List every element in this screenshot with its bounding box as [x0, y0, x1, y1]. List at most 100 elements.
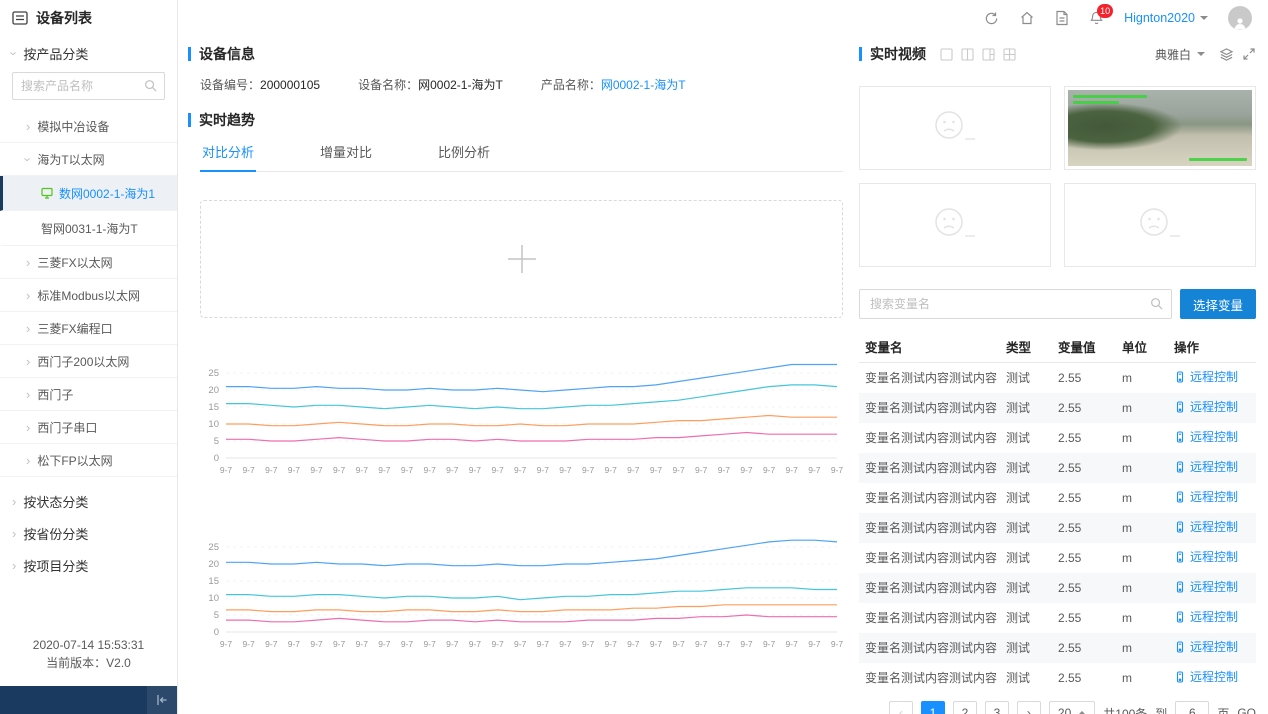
avatar[interactable]	[1228, 6, 1252, 30]
tree-item[interactable]: ›三菱FX以太网	[0, 246, 177, 279]
svg-text:9-7: 9-7	[424, 465, 437, 475]
product-name-field: 产品名称：网0002-1-海为T	[541, 76, 686, 94]
remote-control-link[interactable]: 远程控制	[1174, 460, 1238, 474]
document-icon[interactable]	[1055, 10, 1069, 26]
remote-control-link[interactable]: 远程控制	[1174, 370, 1238, 384]
sidebar-bottom-bar	[0, 686, 177, 714]
video-slot-1[interactable]	[859, 86, 1051, 170]
remote-control-link[interactable]: 远程控制	[1174, 490, 1238, 504]
remote-control-link[interactable]: 远程控制	[1174, 550, 1238, 564]
cell-unit: m	[1116, 483, 1168, 513]
username: Hignton2020	[1124, 11, 1195, 25]
cell-value: 2.55	[1052, 603, 1116, 633]
cell-unit: m	[1116, 393, 1168, 423]
svg-text:10: 10	[208, 593, 219, 604]
page-button[interactable]: 1	[921, 701, 945, 714]
prev-page-button[interactable]: ‹	[889, 701, 913, 714]
chevron-down-icon: ›	[8, 51, 21, 55]
cell-unit: m	[1116, 603, 1168, 633]
tree-item[interactable]: ›模拟中冶设备	[0, 110, 177, 143]
camera-video-frame	[1068, 90, 1252, 166]
page-button[interactable]: 2	[953, 701, 977, 714]
tab-ratio-analysis[interactable]: 比例分析	[436, 134, 492, 172]
cell-unit: m	[1116, 513, 1168, 543]
collapse-sidebar-button[interactable]	[147, 686, 177, 714]
video-slot-4[interactable]	[1064, 183, 1256, 267]
cell-variable-name: 变量名测试内容测试内容	[859, 543, 1000, 573]
next-page-button[interactable]: ›	[1017, 701, 1041, 714]
fullscreen-icon[interactable]	[1242, 47, 1256, 61]
tree-child-item[interactable]: 智网0031-1-海为T	[0, 211, 177, 246]
video-slot-3[interactable]	[859, 183, 1051, 267]
tree-item[interactable]: ›三菱FX编程口	[0, 312, 177, 345]
go-button[interactable]: GO	[1237, 706, 1256, 714]
home-icon[interactable]	[1019, 10, 1035, 26]
add-chart-dropzone[interactable]	[200, 200, 843, 318]
tab-compare-analysis[interactable]: 对比分析	[200, 134, 256, 172]
tree-item[interactable]: ›标准Modbus以太网	[0, 279, 177, 312]
jump-label: 到	[1155, 705, 1167, 714]
layout-two-pane-icon[interactable]	[961, 48, 974, 61]
tree-item[interactable]: ›西门子200以太网	[0, 345, 177, 378]
tree-item[interactable]: ›海为T以太网	[0, 143, 177, 176]
svg-text:9-7: 9-7	[310, 465, 323, 475]
remote-control-link[interactable]: 远程控制	[1174, 640, 1238, 654]
layers-icon[interactable]	[1219, 47, 1234, 62]
total-count: 共100条	[1103, 705, 1147, 714]
svg-text:9-7: 9-7	[831, 465, 843, 475]
chevron-right-icon: ›	[12, 527, 16, 540]
sidebar-section[interactable]: ›按项目分类	[0, 549, 177, 581]
svg-text:9-7: 9-7	[401, 639, 414, 649]
theme-select[interactable]: 典雅白	[1155, 46, 1205, 63]
page-size-select[interactable]: 20	[1049, 701, 1095, 714]
remote-control-icon	[1174, 431, 1186, 443]
tree-item[interactable]: ›西门子串口	[0, 411, 177, 444]
page-button[interactable]: 3	[985, 701, 1009, 714]
cell-type: 测试	[1000, 363, 1052, 394]
user-menu[interactable]: Hignton2020	[1124, 11, 1208, 25]
remote-control-link[interactable]: 远程控制	[1174, 580, 1238, 594]
svg-text:9-7: 9-7	[356, 639, 369, 649]
sidebar-section[interactable]: ›按省份分类	[0, 517, 177, 549]
svg-text:9-7: 9-7	[672, 465, 685, 475]
notification-bell-icon[interactable]: 10	[1089, 10, 1104, 26]
table-row: 变量名测试内容测试内容测试2.55m远程控制	[859, 543, 1256, 573]
device-info-title: 设备信息	[188, 44, 843, 64]
video-title: 实时视频	[870, 44, 926, 64]
remote-control-link[interactable]: 远程控制	[1174, 430, 1238, 444]
product-tree: ›模拟中冶设备›海为T以太网数网0002-1-海为1智网0031-1-海为T›三…	[0, 110, 177, 477]
cell-unit: m	[1116, 633, 1168, 663]
video-slot-2[interactable]	[1064, 86, 1256, 170]
remote-control-icon	[1174, 551, 1186, 563]
variable-search-input[interactable]	[859, 289, 1172, 319]
cell-variable-name: 变量名测试内容测试内容	[859, 483, 1000, 513]
tree-item[interactable]: ›西门子	[0, 378, 177, 411]
layout-single-icon[interactable]	[940, 48, 953, 61]
sidebar-header: 设备列表	[0, 0, 177, 36]
product-name-link[interactable]: 网0002-1-海为T	[601, 78, 686, 92]
svg-text:9-7: 9-7	[582, 465, 595, 475]
sidebar-section[interactable]: ›按状态分类	[0, 485, 177, 517]
refresh-icon[interactable]	[984, 11, 999, 26]
remote-control-link[interactable]: 远程控制	[1174, 670, 1238, 684]
remote-control-link[interactable]: 远程控制	[1174, 610, 1238, 624]
remote-control-icon	[1174, 641, 1186, 653]
select-variable-button[interactable]: 选择变量	[1180, 289, 1256, 319]
jump-page-input[interactable]	[1175, 701, 1209, 714]
svg-text:9-7: 9-7	[808, 465, 821, 475]
svg-text:25: 25	[208, 542, 219, 553]
remote-control-link[interactable]: 远程控制	[1174, 400, 1238, 414]
svg-text:9-7: 9-7	[356, 465, 369, 475]
chevron-down-icon	[1200, 16, 1208, 20]
chevron-down-icon: ›	[22, 157, 35, 161]
remote-control-link[interactable]: 远程控制	[1174, 520, 1238, 534]
tab-increment-compare[interactable]: 增量对比	[318, 134, 374, 172]
svg-text:9-7: 9-7	[605, 465, 618, 475]
layout-grid-icon[interactable]	[1003, 48, 1016, 61]
center-column: 设备信息 设备编号：200000105 设备名称：网0002-1-海为T 产品名…	[188, 44, 843, 714]
tree-item[interactable]: ›松下FP以太网	[0, 444, 177, 477]
tree-child-item[interactable]: 数网0002-1-海为1	[0, 176, 177, 211]
product-search-input[interactable]	[12, 72, 165, 100]
category-by-product[interactable]: › 按产品分类	[0, 36, 177, 70]
layout-three-pane-icon[interactable]	[982, 48, 995, 61]
